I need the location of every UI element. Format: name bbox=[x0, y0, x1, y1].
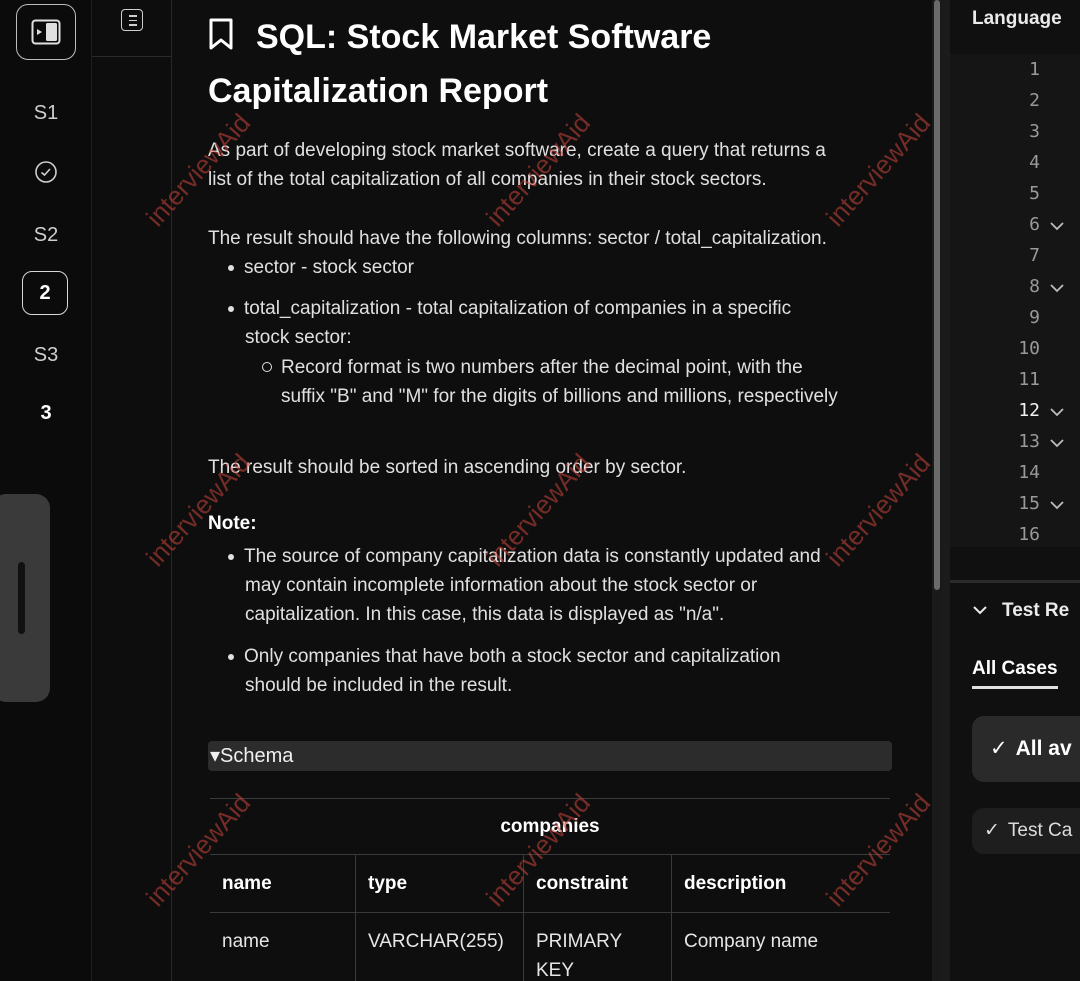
line-number: 7 bbox=[1029, 245, 1040, 266]
columns-list: sector - stock sector bbox=[228, 253, 414, 282]
list-item-cont: stock sector: bbox=[245, 327, 352, 348]
table-cell: PRIMARY KEY bbox=[524, 913, 672, 981]
problem-panel: SQL: Stock Market Software Capitalizatio… bbox=[172, 0, 932, 981]
column-header: description bbox=[684, 873, 787, 894]
table-cell: Company name bbox=[684, 931, 819, 952]
panel-toggle-icon bbox=[31, 19, 61, 45]
notes-list: The source of company capitalization dat… bbox=[228, 542, 821, 571]
column-header: name bbox=[210, 855, 356, 912]
line-number: 4 bbox=[1029, 152, 1040, 173]
intro-line-1: As part of developing stock market softw… bbox=[208, 140, 826, 161]
table-row: name VARCHAR(255) PRIMARY KEY Company na… bbox=[210, 913, 890, 981]
note-2-line-2: should be included in the result. bbox=[245, 675, 513, 696]
line-number: 6 bbox=[1029, 214, 1040, 235]
list-item: total_capitalization - total capitalizat… bbox=[228, 294, 791, 323]
line-number: 9 bbox=[1029, 307, 1040, 328]
panel-separator[interactable] bbox=[950, 580, 1080, 583]
section-s1[interactable]: S1 bbox=[0, 102, 92, 125]
notes-list-2: Only companies that have both a stock se… bbox=[228, 642, 781, 671]
list-item: Only companies that have both a stock se… bbox=[228, 642, 781, 671]
question-3-button[interactable]: 3 bbox=[0, 402, 92, 425]
problem-scrollbar[interactable] bbox=[932, 0, 942, 981]
fold-chevron-icon[interactable] bbox=[1050, 281, 1064, 295]
question-2-button[interactable]: 2 bbox=[22, 271, 68, 315]
panel-splitter[interactable] bbox=[942, 0, 950, 981]
line-number: 8 bbox=[1029, 276, 1040, 297]
sub-bullet-icon bbox=[262, 362, 272, 372]
line-number: 10 bbox=[1018, 338, 1040, 359]
fold-chevron-icon[interactable] bbox=[1050, 498, 1064, 512]
line-number: 2 bbox=[1029, 90, 1040, 111]
secondary-toolbar bbox=[92, 0, 172, 981]
line-number: 5 bbox=[1029, 183, 1040, 204]
schema-table: companies name type constraint descripti… bbox=[210, 798, 890, 981]
tab-all-cases[interactable]: All Cases bbox=[972, 658, 1058, 689]
intro-line-2: list of the total capitalization of all … bbox=[208, 169, 767, 190]
column-header: constraint bbox=[524, 855, 672, 912]
app-root: S1 S2 2 S3 3 SQL: Stock Market Software … bbox=[0, 0, 1080, 981]
drawer-grip bbox=[18, 562, 25, 634]
case-all-available[interactable]: ✓ All av bbox=[972, 716, 1080, 782]
completed-check-icon bbox=[0, 160, 92, 190]
note-1-line-3: capitalization. In this case, this data … bbox=[245, 604, 725, 625]
check-icon: ✓ bbox=[984, 820, 1000, 841]
section-s3[interactable]: S3 bbox=[0, 344, 92, 367]
table-cell: VARCHAR(255) bbox=[356, 913, 524, 981]
section-s2[interactable]: S2 bbox=[0, 224, 92, 247]
left-rail: S1 S2 2 S3 3 bbox=[0, 0, 92, 981]
schema-toggle[interactable]: ▾Schema bbox=[208, 741, 892, 771]
panel-toggle-button[interactable] bbox=[16, 4, 76, 60]
line-number: 14 bbox=[1018, 462, 1040, 483]
scrollbar-thumb[interactable] bbox=[934, 0, 940, 590]
sub-item-line-1: Record format is two numbers after the d… bbox=[281, 357, 803, 378]
sorted-line: The result should be sorted in ascending… bbox=[208, 457, 687, 478]
line-number: 13 bbox=[1018, 431, 1040, 452]
column-header: type bbox=[356, 855, 524, 912]
case-label: Test Ca bbox=[1007, 820, 1073, 841]
test-results-header[interactable]: Test Re bbox=[972, 600, 1069, 622]
result-columns-line: The result should have the following col… bbox=[208, 228, 827, 249]
case-label: All av bbox=[1015, 737, 1072, 760]
table-caption: companies bbox=[210, 799, 890, 855]
chevron-down-icon bbox=[973, 606, 987, 615]
language-selector[interactable]: Language bbox=[972, 8, 1062, 30]
fold-chevron-icon[interactable] bbox=[1050, 436, 1064, 450]
line-number: 15 bbox=[1018, 493, 1040, 514]
check-icon: ✓ bbox=[990, 737, 1008, 760]
list-item: The source of company capitalization dat… bbox=[228, 542, 821, 571]
table-header-row: name type constraint description bbox=[210, 855, 890, 913]
test-results-label: Test Re bbox=[1002, 600, 1070, 621]
fold-chevron-icon[interactable] bbox=[1050, 405, 1064, 419]
line-number: 16 bbox=[1018, 524, 1040, 545]
note-1-line-2: may contain incomplete information about… bbox=[245, 575, 758, 596]
sub-item-line-2: suffix "B" and "M" for the digits of bil… bbox=[281, 386, 838, 407]
page-title: SQL: Stock Market Software Capitalizatio… bbox=[208, 18, 712, 110]
line-number: 1 bbox=[1029, 59, 1040, 80]
table-cell: name bbox=[210, 913, 356, 981]
fold-chevron-icon[interactable] bbox=[1050, 219, 1064, 233]
side-drawer-handle[interactable] bbox=[0, 494, 50, 702]
toolbar-divider bbox=[92, 56, 172, 57]
code-editor[interactable]: 1 2 3 4 5 6 7 8 9 10 11 12 13 14 15 16 bbox=[950, 54, 1080, 547]
line-number: 3 bbox=[1029, 121, 1040, 142]
columns-list-2: total_capitalization - total capitalizat… bbox=[228, 294, 791, 323]
list-icon[interactable] bbox=[121, 9, 143, 31]
line-number: 12 bbox=[1018, 400, 1040, 421]
note-heading: Note: bbox=[208, 513, 257, 534]
case-test[interactable]: ✓ Test Ca bbox=[972, 808, 1080, 854]
editor-panel: Language 1 2 3 4 5 6 7 8 9 10 11 12 13 14 15 16 Test Re… bbox=[950, 0, 1080, 981]
list-item: sector - stock sector bbox=[228, 253, 414, 282]
line-number: 11 bbox=[1018, 369, 1040, 390]
